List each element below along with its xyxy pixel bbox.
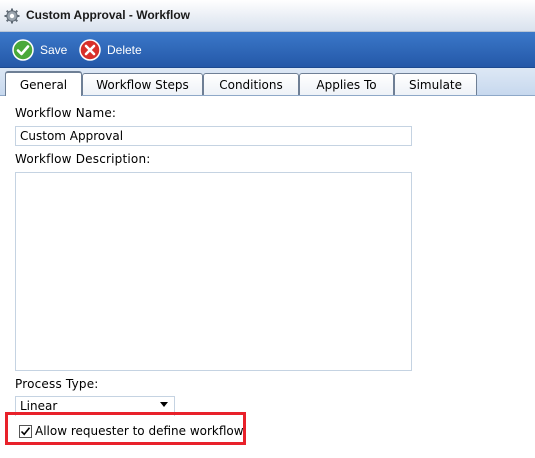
tab-conditions[interactable]: Conditions bbox=[203, 73, 299, 95]
chevron-down-icon bbox=[160, 402, 168, 407]
workflow-name-field[interactable]: Custom Approval bbox=[15, 126, 412, 146]
delete-label: Delete bbox=[107, 43, 142, 57]
checkmark-icon bbox=[20, 427, 31, 436]
save-label: Save bbox=[40, 43, 68, 57]
workflow-description-label: Workflow Description: bbox=[15, 152, 151, 166]
workflow-description-field[interactable] bbox=[15, 172, 412, 371]
save-button[interactable]: Save bbox=[12, 37, 67, 63]
delete-button[interactable]: Delete bbox=[79, 37, 142, 63]
tab-simulate[interactable]: Simulate bbox=[394, 73, 477, 95]
toolbar: Save Delete bbox=[0, 32, 535, 68]
process-type-label: Process Type: bbox=[15, 377, 99, 391]
tab-general[interactable]: General bbox=[5, 71, 82, 96]
checkmark-circle-icon bbox=[12, 39, 34, 61]
allow-define-label: Allow requester to define workflow bbox=[35, 424, 244, 438]
tab-workflow-steps[interactable]: Workflow Steps bbox=[82, 73, 203, 95]
tab-strip: General Workflow Steps Conditions Applie… bbox=[0, 68, 535, 96]
workflow-name-label: Workflow Name: bbox=[15, 106, 117, 120]
process-type-value: Linear bbox=[20, 399, 58, 413]
allow-define-checkbox[interactable] bbox=[19, 425, 32, 438]
window-title: Custom Approval - Workflow bbox=[26, 8, 191, 22]
x-circle-icon bbox=[79, 39, 101, 61]
gear-icon bbox=[4, 8, 20, 24]
tab-applies-to[interactable]: Applies To bbox=[299, 73, 394, 95]
title-bar: Custom Approval - Workflow bbox=[0, 0, 535, 32]
